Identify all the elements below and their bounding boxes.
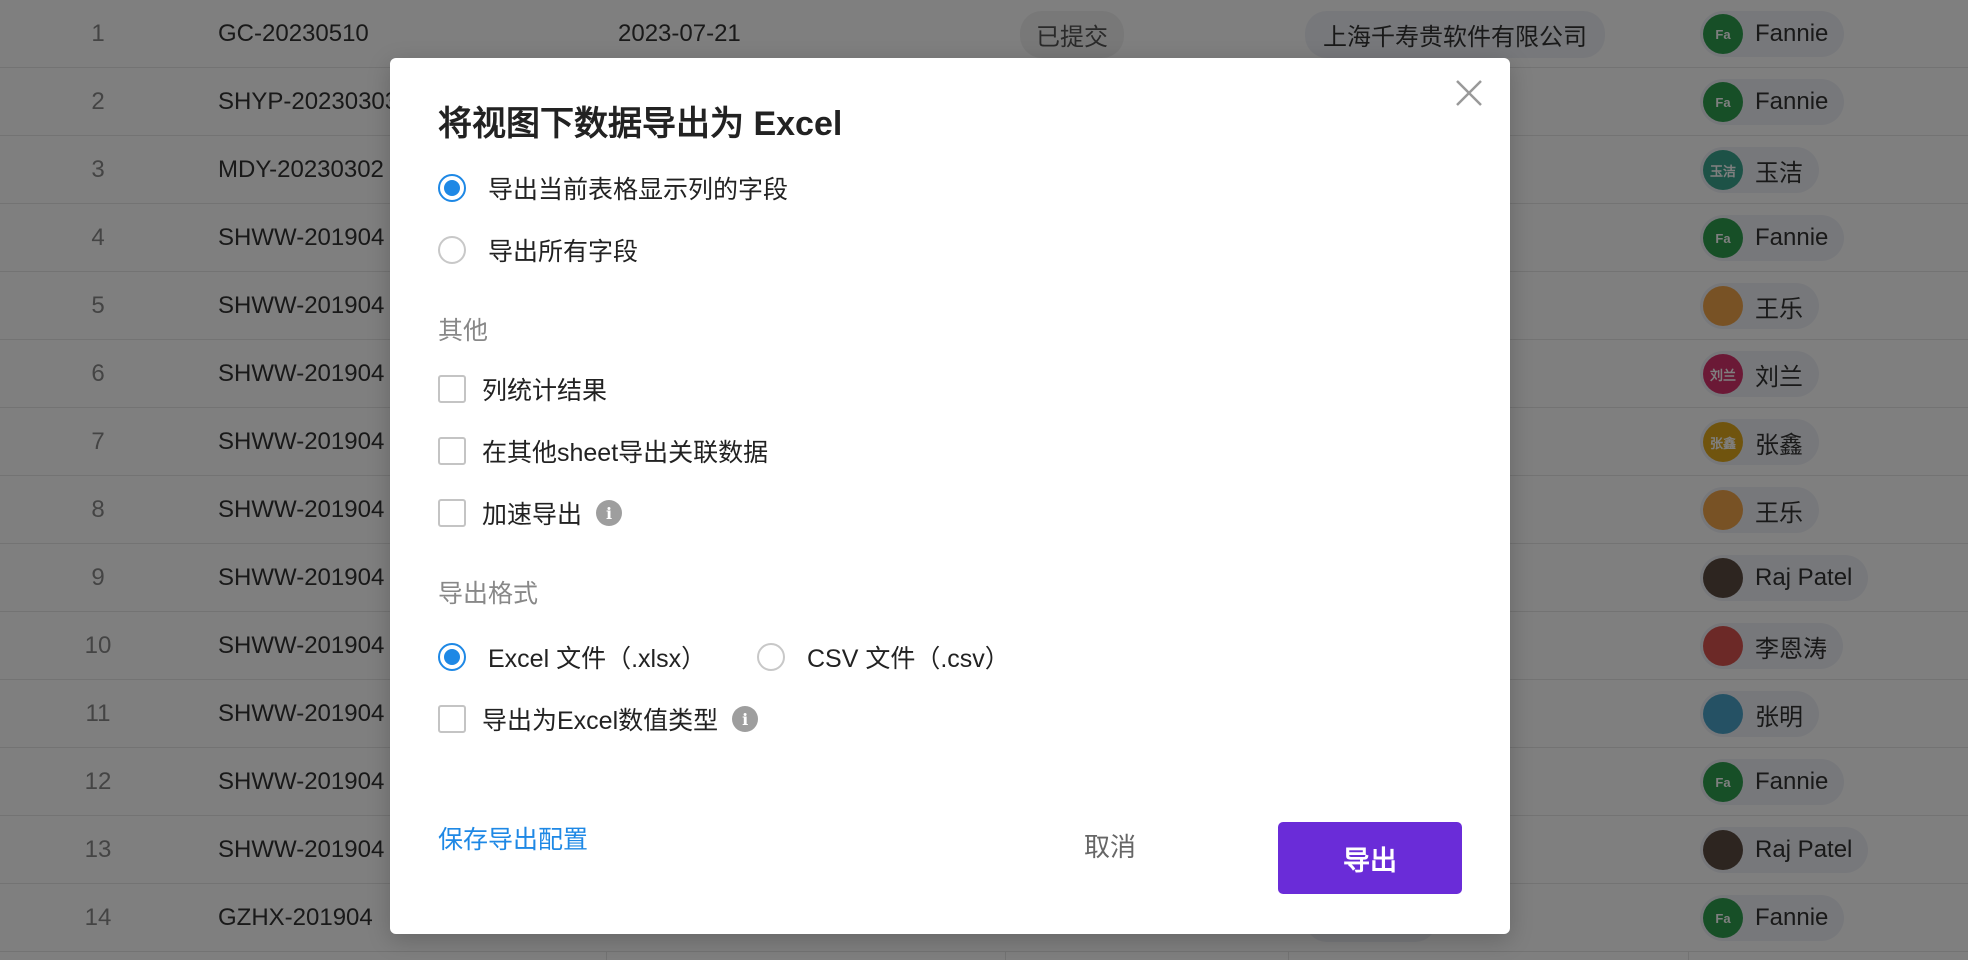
radio-format-xlsx[interactable]: Excel 文件（.xlsx） bbox=[438, 639, 706, 675]
checkbox[interactable] bbox=[438, 499, 466, 527]
cancel-button[interactable]: 取消 bbox=[1060, 822, 1160, 868]
checkbox-column-stats[interactable]: 列统计结果 bbox=[438, 371, 607, 407]
checkbox-fast-export[interactable]: 加速导出 i bbox=[438, 495, 623, 531]
close-icon bbox=[1456, 80, 1482, 106]
checkbox[interactable] bbox=[438, 375, 466, 403]
radio-button[interactable] bbox=[438, 236, 466, 264]
checkbox[interactable] bbox=[438, 437, 466, 465]
save-export-config-link[interactable]: 保存导出配置 bbox=[438, 820, 588, 856]
info-icon[interactable]: i bbox=[596, 500, 623, 526]
radio-label: Excel 文件（.xlsx） bbox=[488, 645, 707, 673]
section-label-format: 导出格式 bbox=[438, 580, 539, 608]
checkbox-label: 导出为Excel数值类型 bbox=[482, 707, 719, 735]
dialog-title: 将视图下数据导出为 Excel bbox=[438, 105, 843, 143]
checkbox-related-sheet[interactable]: 在其他sheet导出关联数据 bbox=[438, 433, 768, 469]
radio-format-csv[interactable]: CSV 文件（.csv） bbox=[757, 639, 1010, 675]
checkbox[interactable] bbox=[438, 705, 466, 733]
radio-button-checked[interactable] bbox=[438, 643, 466, 671]
radio-button[interactable] bbox=[757, 643, 785, 671]
export-excel-dialog: 将视图下数据导出为 Excel 导出当前表格显示列的字段 导出所有字段 其他 列… bbox=[390, 58, 1510, 934]
radio-current-columns[interactable]: 导出当前表格显示列的字段 bbox=[438, 170, 788, 206]
radio-all-fields[interactable]: 导出所有字段 bbox=[438, 232, 638, 268]
radio-label: 导出当前表格显示列的字段 bbox=[488, 176, 789, 204]
radio-button-checked[interactable] bbox=[438, 174, 466, 202]
radio-label: 导出所有字段 bbox=[488, 238, 639, 266]
checkbox-label: 加速导出 bbox=[482, 501, 583, 529]
close-button[interactable] bbox=[1448, 72, 1490, 114]
info-icon[interactable]: i bbox=[732, 706, 759, 732]
checkbox-label: 列统计结果 bbox=[482, 377, 608, 405]
radio-label: CSV 文件（.csv） bbox=[807, 645, 1010, 673]
checkbox-label: 在其他sheet导出关联数据 bbox=[482, 439, 769, 467]
section-label-other: 其他 bbox=[438, 317, 489, 345]
export-button[interactable]: 导出 bbox=[1278, 822, 1462, 894]
checkbox-excel-numeric[interactable]: 导出为Excel数值类型 i bbox=[438, 701, 759, 737]
